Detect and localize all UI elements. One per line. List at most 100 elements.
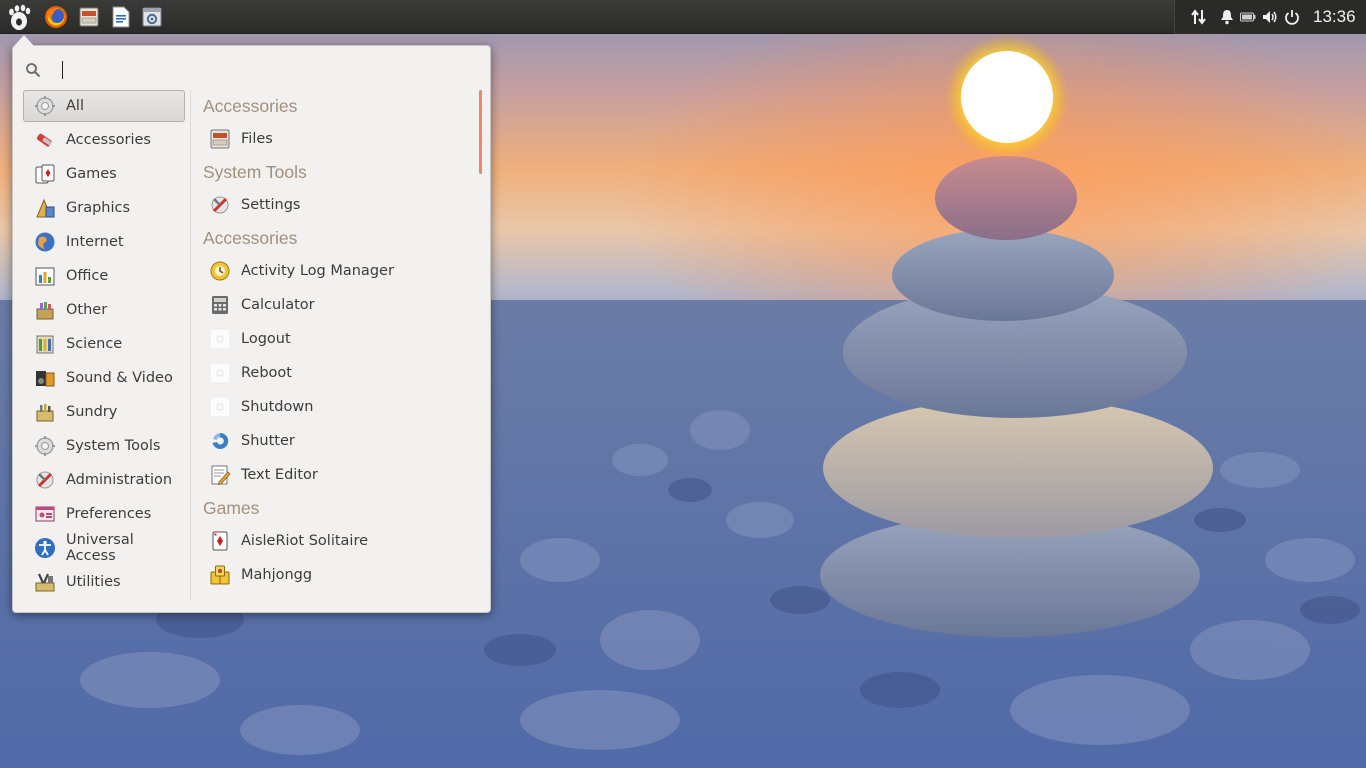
category-label: Utilities (66, 574, 121, 590)
category-science[interactable]: Science (23, 328, 185, 360)
category-utilities[interactable]: Utilities (23, 566, 185, 598)
category-label: Graphics (66, 200, 131, 216)
menu-pointer (14, 35, 34, 46)
firefox-icon[interactable] (43, 4, 69, 30)
app-item-shutdown[interactable]: Shutdown (203, 390, 483, 424)
category-system-tools[interactable]: System Tools (23, 430, 185, 462)
graphics-icon (34, 197, 56, 219)
shutter-icon (209, 430, 231, 452)
category-other[interactable]: Other (23, 294, 185, 326)
system-tools-gear-icon (34, 435, 56, 457)
text-editor-icon (209, 464, 231, 486)
app-label: Shutdown (241, 399, 314, 415)
text-cursor (62, 61, 63, 79)
app-item-mahjongg[interactable]: Mahjongg (203, 558, 483, 592)
category-label: Accessories (66, 132, 151, 148)
app-item-logout[interactable]: Logout (203, 322, 483, 356)
settings-tools-icon (209, 194, 231, 216)
clock[interactable]: 13:36 (1313, 7, 1356, 27)
category-label: Universal Access (66, 532, 134, 564)
battery-icon[interactable] (1237, 0, 1259, 34)
utilities-icon (34, 571, 56, 593)
document-icon[interactable] (108, 4, 134, 30)
category-administration[interactable]: Administration (23, 464, 185, 496)
app-label: Reboot (241, 365, 292, 381)
application-list: Accessories Files System Tools Settings … (203, 90, 483, 600)
category-label: Office (66, 268, 109, 284)
settings-window-icon[interactable] (139, 4, 165, 30)
sundry-icon (34, 401, 56, 423)
section-heading: Accessories (203, 228, 298, 248)
solitaire-cards-icon (209, 530, 231, 552)
search-icon (25, 62, 41, 78)
volume-icon[interactable] (1259, 0, 1281, 34)
column-divider (190, 90, 191, 600)
system-tray: 13:36 (1174, 0, 1366, 34)
app-label: Logout (241, 331, 291, 347)
section-heading: Accessories (203, 96, 298, 116)
shutdown-icon (209, 396, 231, 418)
category-label: Sundry (66, 404, 118, 420)
category-graphics[interactable]: Graphics (23, 192, 185, 224)
category-label: All (66, 98, 84, 114)
accessories-icon (34, 129, 56, 151)
app-item-text-editor[interactable]: Text Editor (203, 458, 483, 492)
gnome-foot-icon[interactable] (5, 2, 35, 32)
files-cabinet-icon (209, 128, 231, 150)
app-label: Mahjongg (241, 567, 313, 583)
app-label: Activity Log Manager (241, 263, 394, 279)
top-panel: 13:36 (0, 0, 1366, 34)
category-label: Other (66, 302, 108, 318)
category-label: Administration (66, 472, 173, 488)
games-icon (34, 163, 56, 185)
files-icon[interactable] (76, 4, 102, 30)
science-icon (34, 333, 56, 355)
category-label: Sound & Video (66, 370, 173, 386)
app-label: Settings (241, 197, 301, 213)
internet-globe-icon (34, 231, 56, 253)
search-row (25, 58, 480, 82)
other-icon (34, 299, 56, 321)
category-games[interactable]: Games (23, 158, 185, 190)
category-label: Science (66, 336, 123, 352)
network-icon[interactable] (1181, 0, 1217, 34)
category-label: Preferences (66, 506, 152, 522)
reboot-icon (209, 362, 231, 384)
category-list: All Accessories Games Graphics Internet (23, 90, 185, 605)
category-accessories[interactable]: Accessories (23, 124, 185, 156)
category-label: System Tools (66, 438, 161, 454)
app-item-files[interactable]: Files (203, 122, 483, 156)
category-office[interactable]: Office (23, 260, 185, 292)
search-input[interactable] (49, 59, 449, 81)
category-label: Internet (66, 234, 124, 250)
preferences-icon (34, 503, 56, 525)
section-heading: Games (203, 498, 260, 518)
administration-icon (34, 469, 56, 491)
application-menu: All Accessories Games Graphics Internet (12, 45, 491, 613)
category-all[interactable]: All (23, 90, 185, 122)
app-item-activity-log-manager[interactable]: Activity Log Manager (203, 254, 483, 288)
category-label: Games (66, 166, 117, 182)
category-sundry[interactable]: Sundry (23, 396, 185, 428)
app-label: Files (241, 131, 273, 147)
app-item-aisleriot-solitaire[interactable]: AisleRiot Solitaire (203, 524, 483, 558)
app-item-settings[interactable]: Settings (203, 188, 483, 222)
app-item-shutter[interactable]: Shutter (203, 424, 483, 458)
app-item-calculator[interactable]: Calculator (203, 288, 483, 322)
mahjongg-icon (209, 564, 231, 586)
all-gear-icon (34, 95, 56, 117)
app-item-reboot[interactable]: Reboot (203, 356, 483, 390)
notification-bell-icon[interactable] (1217, 0, 1237, 34)
category-universal-access[interactable]: Universal Access (23, 532, 185, 564)
power-icon[interactable] (1281, 0, 1303, 34)
category-preferences[interactable]: Preferences (23, 498, 185, 530)
universal-access-icon (34, 537, 56, 559)
app-label: Calculator (241, 297, 315, 313)
category-internet[interactable]: Internet (23, 226, 185, 258)
app-label: Text Editor (241, 467, 318, 483)
category-sound-video[interactable]: Sound & Video (23, 362, 185, 394)
sound-video-icon (34, 367, 56, 389)
app-label: Shutter (241, 433, 295, 449)
office-icon (34, 265, 56, 287)
app-list-scrollbar[interactable] (479, 90, 482, 174)
